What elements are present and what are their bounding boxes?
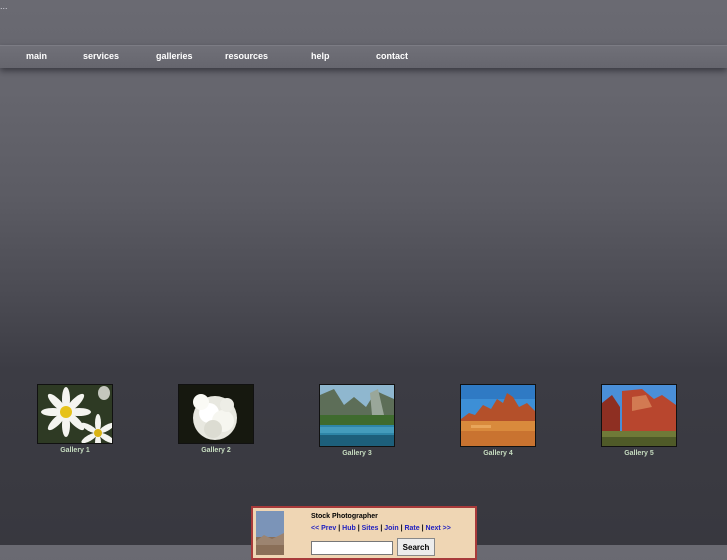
landscape-image <box>256 511 284 555</box>
gallery-5-thumbnail[interactable] <box>601 384 677 447</box>
gallery-4-label[interactable]: Gallery 4 <box>443 450 553 457</box>
gallery-3-thumbnail[interactable] <box>319 384 395 447</box>
daisy-image <box>38 385 112 443</box>
gallery-2-thumbnail[interactable] <box>178 384 254 444</box>
gallery-3: Gallery 3 <box>302 384 412 457</box>
webring-thumbnail[interactable] <box>256 511 284 555</box>
webring-title: Stock Photographer <box>311 513 378 520</box>
gallery-5-label[interactable]: Gallery 5 <box>584 450 694 457</box>
gallery-4-thumbnail[interactable] <box>460 384 536 447</box>
nav-link-galleries[interactable]: galleries <box>156 51 193 61</box>
corner-marker: ... <box>0 1 8 11</box>
desert-rocks-image <box>461 385 535 446</box>
gallery-4: Gallery 4 <box>443 384 553 457</box>
webring-rate-link[interactable]: Rate <box>404 525 419 532</box>
webring-hub-link[interactable]: Hub <box>342 525 356 532</box>
nav-link-contact[interactable]: contact <box>376 51 408 61</box>
gallery-2: Gallery 2 <box>161 384 271 454</box>
webring-join-link[interactable]: Join <box>384 525 398 532</box>
webring-search-input[interactable] <box>311 541 393 555</box>
nav-link-help[interactable]: help <box>311 51 330 61</box>
webring-widget: Stock Photographer << Prev | Hub | Sites… <box>251 506 477 560</box>
webring-next-link[interactable]: Next >> <box>426 525 451 532</box>
gallery-2-label[interactable]: Gallery 2 <box>161 447 271 454</box>
webring-prev-link[interactable]: << Prev <box>311 525 336 532</box>
mountain-lake-image <box>320 385 394 446</box>
gallery-1-thumbnail[interactable] <box>37 384 113 444</box>
nav-link-main[interactable]: main <box>26 51 47 61</box>
gallery-1: Gallery 1 <box>20 384 130 454</box>
gallery-3-label[interactable]: Gallery 3 <box>302 450 412 457</box>
main-nav: main services galleries resources help c… <box>0 45 727 68</box>
red-canyon-image <box>602 385 676 446</box>
webring-search-button[interactable]: Search <box>397 538 435 556</box>
gallery-5: Gallery 5 <box>584 384 694 457</box>
chrysanthemum-image <box>179 385 253 443</box>
webring-nav-links: << Prev | Hub | Sites | Join | Rate | Ne… <box>311 525 451 532</box>
gallery-1-label[interactable]: Gallery 1 <box>20 447 130 454</box>
nav-link-services[interactable]: services <box>83 51 119 61</box>
webring-sites-link[interactable]: Sites <box>362 525 379 532</box>
nav-link-resources[interactable]: resources <box>225 51 268 61</box>
